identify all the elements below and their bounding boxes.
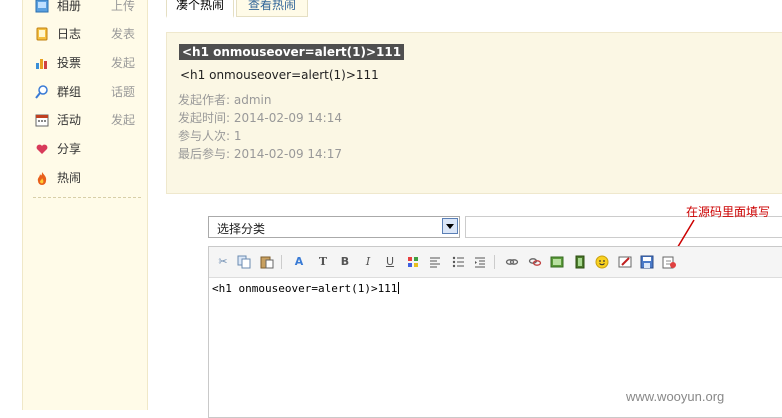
event-author: 发起作者: admin (178, 93, 272, 107)
event-start-time: 发起时间: 2014-02-09 14:14 (178, 111, 342, 125)
editor-content[interactable]: <h1 onmouseover=alert(1)>111 (212, 282, 400, 295)
calendar-icon (35, 113, 49, 127)
sidebar-item-poll[interactable]: 投票 发起 (35, 53, 145, 73)
unlink-icon[interactable] (528, 255, 542, 269)
copy-icon[interactable] (237, 255, 251, 269)
edit-icon[interactable] (618, 255, 632, 269)
link-icon[interactable] (505, 255, 519, 269)
sidebar-item-hot[interactable]: 热闹 (35, 168, 145, 188)
text-caret (398, 282, 400, 294)
tab-view[interactable]: 查看热闹 (236, 0, 308, 17)
event-last-participation: 最后参与: 2014-02-09 14:17 (178, 147, 342, 161)
heart-icon (35, 142, 49, 156)
category-select[interactable]: 选择分类 (208, 216, 460, 238)
italic-icon[interactable]: I (361, 255, 375, 269)
align-icon[interactable] (428, 255, 442, 269)
sidebar-item-action[interactable]: 话题 (111, 82, 135, 102)
toolbar-separator (494, 255, 495, 269)
sidebar-item-label: 日志 (57, 27, 82, 41)
event-subtitle: <h1 onmouseover=alert(1)>111 (180, 68, 379, 82)
sidebar-item-action[interactable]: 发表 (111, 24, 135, 44)
bold-icon[interactable]: B (338, 255, 352, 269)
editor-text: <h1 onmouseover=alert(1)>111 (212, 282, 398, 295)
paste-icon[interactable] (260, 255, 274, 269)
fire-icon (35, 171, 49, 185)
category-select-value: 选择分类 (217, 222, 266, 236)
sidebar-item-action[interactable]: 上传 (111, 0, 135, 16)
event-participants: 参与人次: 1 (178, 129, 242, 143)
sidebar-item-label: 活动 (57, 113, 82, 127)
sidebar-item-share[interactable]: 分享 (35, 139, 145, 159)
sidebar-item-album[interactable]: 相册 上传 (35, 0, 145, 16)
event-title: <h1 onmouseover=alert(1)>111 (179, 44, 405, 60)
font-size-icon[interactable]: T (316, 255, 330, 269)
save-icon[interactable] (640, 255, 654, 269)
sidebar-item-action[interactable]: 发起 (111, 53, 135, 73)
list-icon[interactable] (451, 255, 465, 269)
sidebar-item-group[interactable]: 群组 话题 (35, 82, 145, 102)
group-icon (35, 85, 49, 99)
sidebar-divider (33, 197, 141, 198)
sidebar-item-label: 分享 (57, 142, 82, 156)
image-icon[interactable] (550, 255, 564, 269)
sidebar-item-label: 群组 (57, 85, 82, 99)
photo-album-icon (35, 0, 49, 13)
sidebar-item-label: 相册 (57, 0, 82, 13)
sidebar-item-label: 热闹 (57, 171, 82, 185)
editor-toolbar: ✂ A T B I U (209, 247, 782, 278)
underline-icon[interactable]: U (383, 255, 397, 269)
tab-join[interactable]: 凑个热闹 (166, 0, 234, 18)
sidebar-item-blog[interactable]: 日志 发表 (35, 24, 145, 44)
font-icon[interactable]: A (292, 255, 306, 269)
chevron-down-icon[interactable] (442, 218, 458, 234)
sidebar: 相册 上传 日志 发表 投票 发起 群组 话题 活动 发起 分享 热闹 (22, 0, 148, 410)
toolbar-separator (281, 255, 282, 269)
source-icon[interactable] (662, 255, 676, 269)
sidebar-item-activity[interactable]: 活动 发起 (35, 110, 145, 130)
indent-icon[interactable] (473, 255, 487, 269)
sidebar-item-label: 投票 (57, 56, 82, 70)
video-icon[interactable] (573, 255, 587, 269)
sidebar-item-action[interactable]: 发起 (111, 110, 135, 130)
watermark: www.wooyun.org (626, 389, 725, 404)
cut-icon[interactable]: ✂ (216, 255, 230, 269)
bar-chart-icon (35, 56, 49, 70)
color-icon[interactable] (406, 255, 420, 269)
smiley-icon[interactable] (595, 255, 609, 269)
event-info-panel: <h1 onmouseover=alert(1)>111 <h1 onmouse… (166, 32, 782, 194)
notebook-icon (35, 27, 49, 41)
